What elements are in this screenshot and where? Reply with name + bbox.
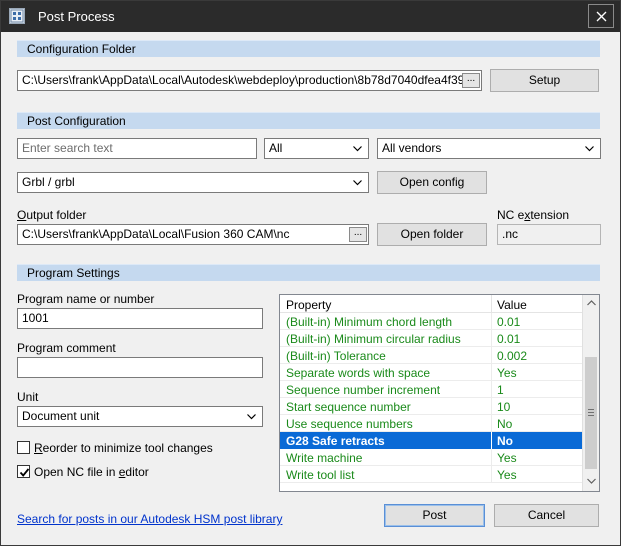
nc-extension-label: NC extension xyxy=(497,208,570,222)
title-bar[interactable]: Post Process xyxy=(1,1,620,32)
nc-extension-field[interactable]: .nc xyxy=(497,224,601,245)
section-program-settings: Program Settings xyxy=(17,264,600,281)
capability-filter-value: All xyxy=(269,141,283,155)
chevron-down-icon[interactable] xyxy=(587,478,596,484)
cancel-button[interactable]: Cancel xyxy=(494,504,599,527)
unit-value: Document unit xyxy=(22,409,100,423)
post-processor-select[interactable]: Grbl / grbl xyxy=(17,172,369,193)
property-grid-header: Property Value xyxy=(280,295,583,313)
column-header-value[interactable]: Value xyxy=(497,298,527,312)
program-name-input[interactable]: 1001 xyxy=(17,308,263,329)
property-row[interactable]: (Built-in) Tolerance 0.002 xyxy=(280,347,583,364)
reorder-label[interactable]: Reorder to minimize tool changes xyxy=(34,441,213,455)
chevron-down-icon xyxy=(353,180,362,186)
output-folder-label: Output folder xyxy=(17,208,87,222)
property-row[interactable]: (Built-in) Minimum chord length 0.01 xyxy=(280,313,583,330)
section-post-configuration: Post Configuration xyxy=(17,112,600,129)
post-process-dialog: Post Process Configuration Folder C:\Use… xyxy=(0,0,621,546)
vendor-filter-value: All vendors xyxy=(382,141,442,155)
section-configuration-folder: Configuration Folder xyxy=(17,40,600,57)
chevron-down-icon xyxy=(585,146,594,152)
property-row[interactable]: Separate words with space Yes xyxy=(280,364,583,381)
close-button[interactable] xyxy=(588,4,614,28)
reorder-checkbox[interactable] xyxy=(17,441,30,454)
property-grid-scrollbar[interactable] xyxy=(582,295,599,491)
open-config-button[interactable]: Open config xyxy=(377,171,487,194)
open-nc-checkbox[interactable] xyxy=(17,465,30,478)
property-row-selected[interactable]: G28 Safe retracts No xyxy=(280,432,583,449)
output-folder-value: C:\Users\frank\AppData\Local\Fusion 360 … xyxy=(22,227,290,241)
search-placeholder: Enter search text xyxy=(22,141,113,155)
property-row[interactable]: Write tool list Yes xyxy=(280,466,583,483)
setup-button[interactable]: Setup xyxy=(490,69,599,92)
checkmark-icon xyxy=(19,468,30,477)
chevron-up-icon[interactable] xyxy=(587,300,596,306)
vendor-filter-select[interactable]: All vendors xyxy=(377,138,601,159)
program-name-value: 1001 xyxy=(22,311,49,325)
chevron-down-icon xyxy=(247,414,256,420)
configuration-folder-browse-button[interactable]: ... xyxy=(462,73,480,88)
property-grid[interactable]: Property Value (Built-in) Minimum chord … xyxy=(279,294,600,492)
column-header-property[interactable]: Property xyxy=(286,298,331,312)
window-title: Post Process xyxy=(38,9,115,24)
program-name-label: Program name or number xyxy=(17,292,155,306)
capability-filter-select[interactable]: All xyxy=(264,138,369,159)
chevron-down-icon xyxy=(353,146,362,152)
nc-extension-value: .nc xyxy=(502,227,519,241)
unit-label: Unit xyxy=(17,390,39,404)
configuration-folder-value: C:\Users\frank\AppData\Local\Autodesk\we… xyxy=(22,73,478,87)
output-folder-input[interactable]: C:\Users\frank\AppData\Local\Fusion 360 … xyxy=(17,224,369,245)
unit-select[interactable]: Document unit xyxy=(17,406,263,427)
open-nc-label[interactable]: Open NC file in editor xyxy=(34,465,149,479)
search-input[interactable]: Enter search text xyxy=(17,138,257,159)
post-button[interactable]: Post xyxy=(384,504,485,527)
scrollbar-thumb[interactable] xyxy=(585,357,597,469)
app-icon xyxy=(9,8,25,24)
property-row[interactable]: Start sequence number 10 xyxy=(280,398,583,415)
property-row[interactable]: Sequence number increment 1 xyxy=(280,381,583,398)
configuration-folder-input[interactable]: C:\Users\frank\AppData\Local\Autodesk\we… xyxy=(17,70,482,91)
post-library-link[interactable]: Search for posts in our Autodesk HSM pos… xyxy=(17,512,282,526)
program-comment-label: Program comment xyxy=(17,341,116,355)
output-folder-browse-button[interactable]: ... xyxy=(349,227,367,242)
close-icon xyxy=(596,11,607,22)
property-row[interactable]: Use sequence numbers No xyxy=(280,415,583,432)
post-processor-value: Grbl / grbl xyxy=(22,175,75,189)
property-row[interactable]: (Built-in) Minimum circular radius 0.01 xyxy=(280,330,583,347)
open-folder-button[interactable]: Open folder xyxy=(377,223,487,246)
program-comment-input[interactable] xyxy=(17,357,263,378)
property-row[interactable]: Write machine Yes xyxy=(280,449,583,466)
